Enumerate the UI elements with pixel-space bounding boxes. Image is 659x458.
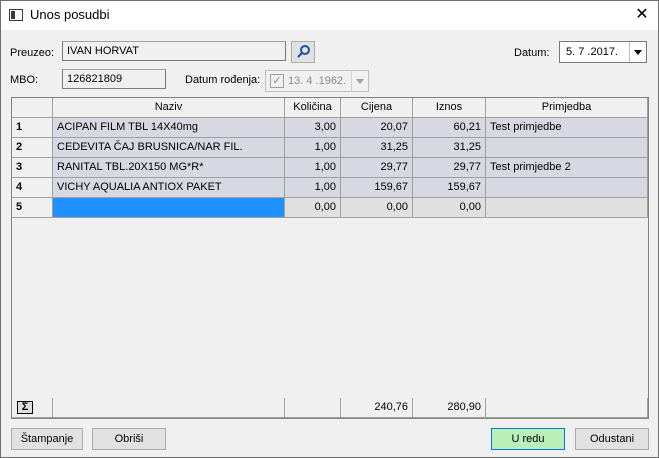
cell-primjedba[interactable]: Test primjedbe	[486, 118, 648, 138]
title-bar: Unos posudbi ✕	[1, 1, 658, 30]
grid-corner	[12, 98, 53, 118]
cell-iznos[interactable]: 0,00	[413, 198, 486, 218]
cell-naziv[interactable]: VICHY AQUALIA ANTIOX PAKET	[53, 178, 285, 198]
cell-naziv[interactable]: CEDEVITA ČAJ BRUSNICA/NAR FIL.	[53, 138, 285, 158]
delete-button[interactable]: Obriši	[92, 428, 166, 450]
sum-cell-kolicina	[285, 398, 341, 418]
cell-primjedba[interactable]	[486, 178, 648, 198]
chevron-down-icon	[351, 71, 368, 91]
dob-value: 13. 4 .1962.	[288, 75, 347, 87]
row-number[interactable]: 3	[12, 158, 53, 178]
ok-button[interactable]: U redu	[491, 428, 565, 450]
row-number[interactable]: 1	[12, 118, 53, 138]
sum-cell-primjedba	[486, 398, 648, 418]
close-icon[interactable]: ✕	[631, 5, 653, 25]
datum-picker[interactable]: 5. 7 .2017.	[559, 41, 647, 63]
cell-kolicina[interactable]: 1,00	[285, 178, 341, 198]
dob-picker: ✓ 13. 4 .1962.	[265, 70, 369, 92]
window-title: Unos posudbi	[30, 7, 110, 22]
row-number[interactable]: 4	[12, 178, 53, 198]
cell-primjedba[interactable]: Test primjedbe 2	[486, 158, 648, 178]
row-number[interactable]: 2	[12, 138, 53, 158]
preuzeo-field[interactable]: IVAN HORVAT	[62, 41, 286, 61]
sum-cijena: 240,76	[341, 398, 413, 418]
cell-cijena[interactable]: 29,77	[341, 158, 413, 178]
cell-naziv-selected[interactable]	[53, 198, 285, 218]
row-number[interactable]: 5	[12, 198, 53, 218]
chevron-down-icon[interactable]	[629, 42, 646, 62]
col-header-naziv[interactable]: Naziv	[53, 98, 285, 118]
mbo-field[interactable]: 126821809	[62, 69, 166, 89]
sum-row-marker: Σ	[12, 398, 53, 418]
cell-iznos[interactable]: 29,77	[413, 158, 486, 178]
col-header-kolicina[interactable]: Količina	[285, 98, 341, 118]
cell-primjedba[interactable]	[486, 198, 648, 218]
dialog-window: Unos posudbi ✕ Preuzeo: IVAN HORVAT Datu…	[0, 0, 659, 458]
cell-cijena[interactable]: 159,67	[341, 178, 413, 198]
items-grid[interactable]: Naziv Količina Cijena Iznos Primjedba 1 …	[11, 97, 649, 419]
cell-kolicina[interactable]: 0,00	[285, 198, 341, 218]
preuzeo-label: Preuzeo:	[10, 47, 55, 59]
cell-cijena[interactable]: 31,25	[341, 138, 413, 158]
cell-naziv[interactable]: ACIPAN FILM TBL 14X40mg	[53, 118, 285, 138]
col-header-primjedba[interactable]: Primjedba	[486, 98, 648, 118]
cell-cijena[interactable]: 20,07	[341, 118, 413, 138]
cancel-button[interactable]: Odustani	[575, 428, 649, 450]
print-button[interactable]: Štampanje	[11, 428, 83, 450]
cell-iznos[interactable]: 159,67	[413, 178, 486, 198]
search-button[interactable]	[291, 41, 315, 63]
app-icon	[9, 9, 23, 21]
col-header-cijena[interactable]: Cijena	[341, 98, 413, 118]
col-header-iznos[interactable]: Iznos	[413, 98, 486, 118]
cell-kolicina[interactable]: 1,00	[285, 158, 341, 178]
checkbox-icon: ✓	[270, 74, 284, 88]
cell-iznos[interactable]: 31,25	[413, 138, 486, 158]
mbo-label: MBO:	[10, 74, 39, 86]
sum-iznos: 280,90	[413, 398, 486, 418]
cell-kolicina[interactable]: 1,00	[285, 138, 341, 158]
cell-iznos[interactable]: 60,21	[413, 118, 486, 138]
cell-kolicina[interactable]: 3,00	[285, 118, 341, 138]
cell-cijena[interactable]: 0,00	[341, 198, 413, 218]
sum-cell-naziv	[53, 398, 285, 418]
datum-value: 5. 7 .2017.	[566, 46, 618, 58]
sigma-icon: Σ	[17, 401, 33, 414]
dob-label: Datum rođenja:	[185, 74, 261, 86]
datum-label: Datum:	[514, 47, 550, 59]
cell-naziv[interactable]: RANITAL TBL.20X150 MG*R*	[53, 158, 285, 178]
cell-primjedba[interactable]	[486, 138, 648, 158]
